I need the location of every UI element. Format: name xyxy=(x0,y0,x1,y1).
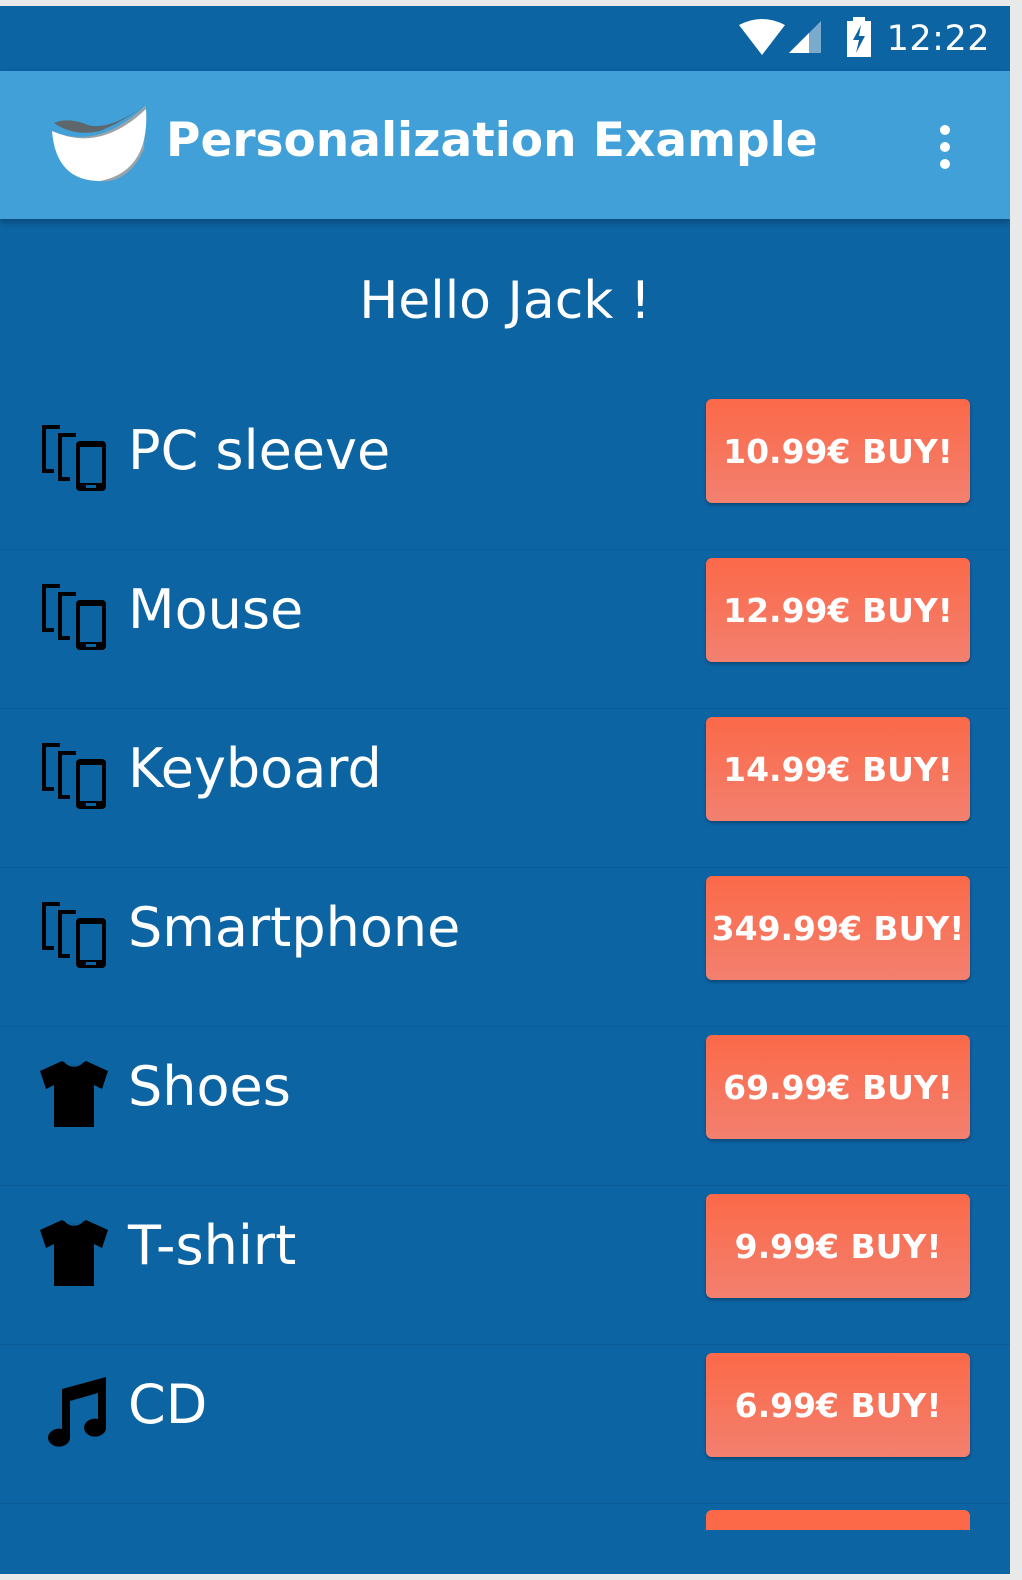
product-row: T-shirt 9.99€ BUY! xyxy=(0,1186,1010,1345)
buy-button[interactable]: 12.99€ BUY! xyxy=(706,558,970,662)
devices-icon xyxy=(38,580,110,652)
battery-charging-icon xyxy=(845,17,873,61)
product-row: PC sleeve 10.99€ BUY! xyxy=(0,391,1010,550)
app-title: Personalization Example xyxy=(166,113,818,168)
tshirt-icon xyxy=(38,1216,110,1288)
product-name: Shoes xyxy=(128,1055,291,1118)
overflow-menu-icon[interactable] xyxy=(926,123,966,171)
app-bar: Personalization Example xyxy=(0,71,1010,219)
product-name: CD xyxy=(128,1373,208,1436)
buy-button[interactable]: 14.99€ BUY! xyxy=(706,717,970,821)
devices-icon xyxy=(38,739,110,811)
product-name: Mouse xyxy=(128,578,304,641)
product-name: Keyboard xyxy=(128,737,382,800)
buy-button[interactable]: 6.99€ BUY! xyxy=(706,1353,970,1457)
app-screen: 12:22 Personalization Example Hello Jack… xyxy=(0,6,1010,1574)
devices-icon xyxy=(38,421,110,493)
wifi-icon xyxy=(738,19,785,59)
product-name: T-shirt xyxy=(128,1214,297,1277)
product-row: Smartphone 349.99€ BUY! xyxy=(0,868,1010,1027)
clock: 12:22 xyxy=(886,19,990,59)
product-row: Mouse 12.99€ BUY! xyxy=(0,550,1010,709)
music-note-icon xyxy=(38,1375,110,1447)
devices-icon xyxy=(38,898,110,970)
product-name: Smartphone xyxy=(128,896,461,959)
buy-button[interactable]: 10.99€ BUY! xyxy=(706,399,970,503)
product-row: CD 6.99€ BUY! xyxy=(0,1345,1010,1504)
tshirt-icon xyxy=(38,1057,110,1129)
buy-button[interactable]: 69.99€ BUY! xyxy=(706,1035,970,1139)
buy-button[interactable]: 349.99€ BUY! xyxy=(706,876,970,980)
product-row: Shoes 69.99€ BUY! xyxy=(0,1027,1010,1186)
product-list: PC sleeve 10.99€ BUY! Mouse 12.99€ BUY! … xyxy=(0,391,1010,1504)
greeting-text: Hello Jack ! xyxy=(359,271,651,331)
product-row: Keyboard 14.99€ BUY! xyxy=(0,709,1010,868)
status-icons: 12:22 xyxy=(738,14,990,64)
cell-signal-icon xyxy=(787,19,823,59)
product-name: PC sleeve xyxy=(128,419,391,482)
buy-button[interactable]: 9.99€ BUY! xyxy=(706,1194,970,1298)
buy-button-partial[interactable] xyxy=(706,1510,970,1530)
bowl-logo-icon xyxy=(48,101,150,185)
status-bar: 12:22 xyxy=(0,6,1010,71)
